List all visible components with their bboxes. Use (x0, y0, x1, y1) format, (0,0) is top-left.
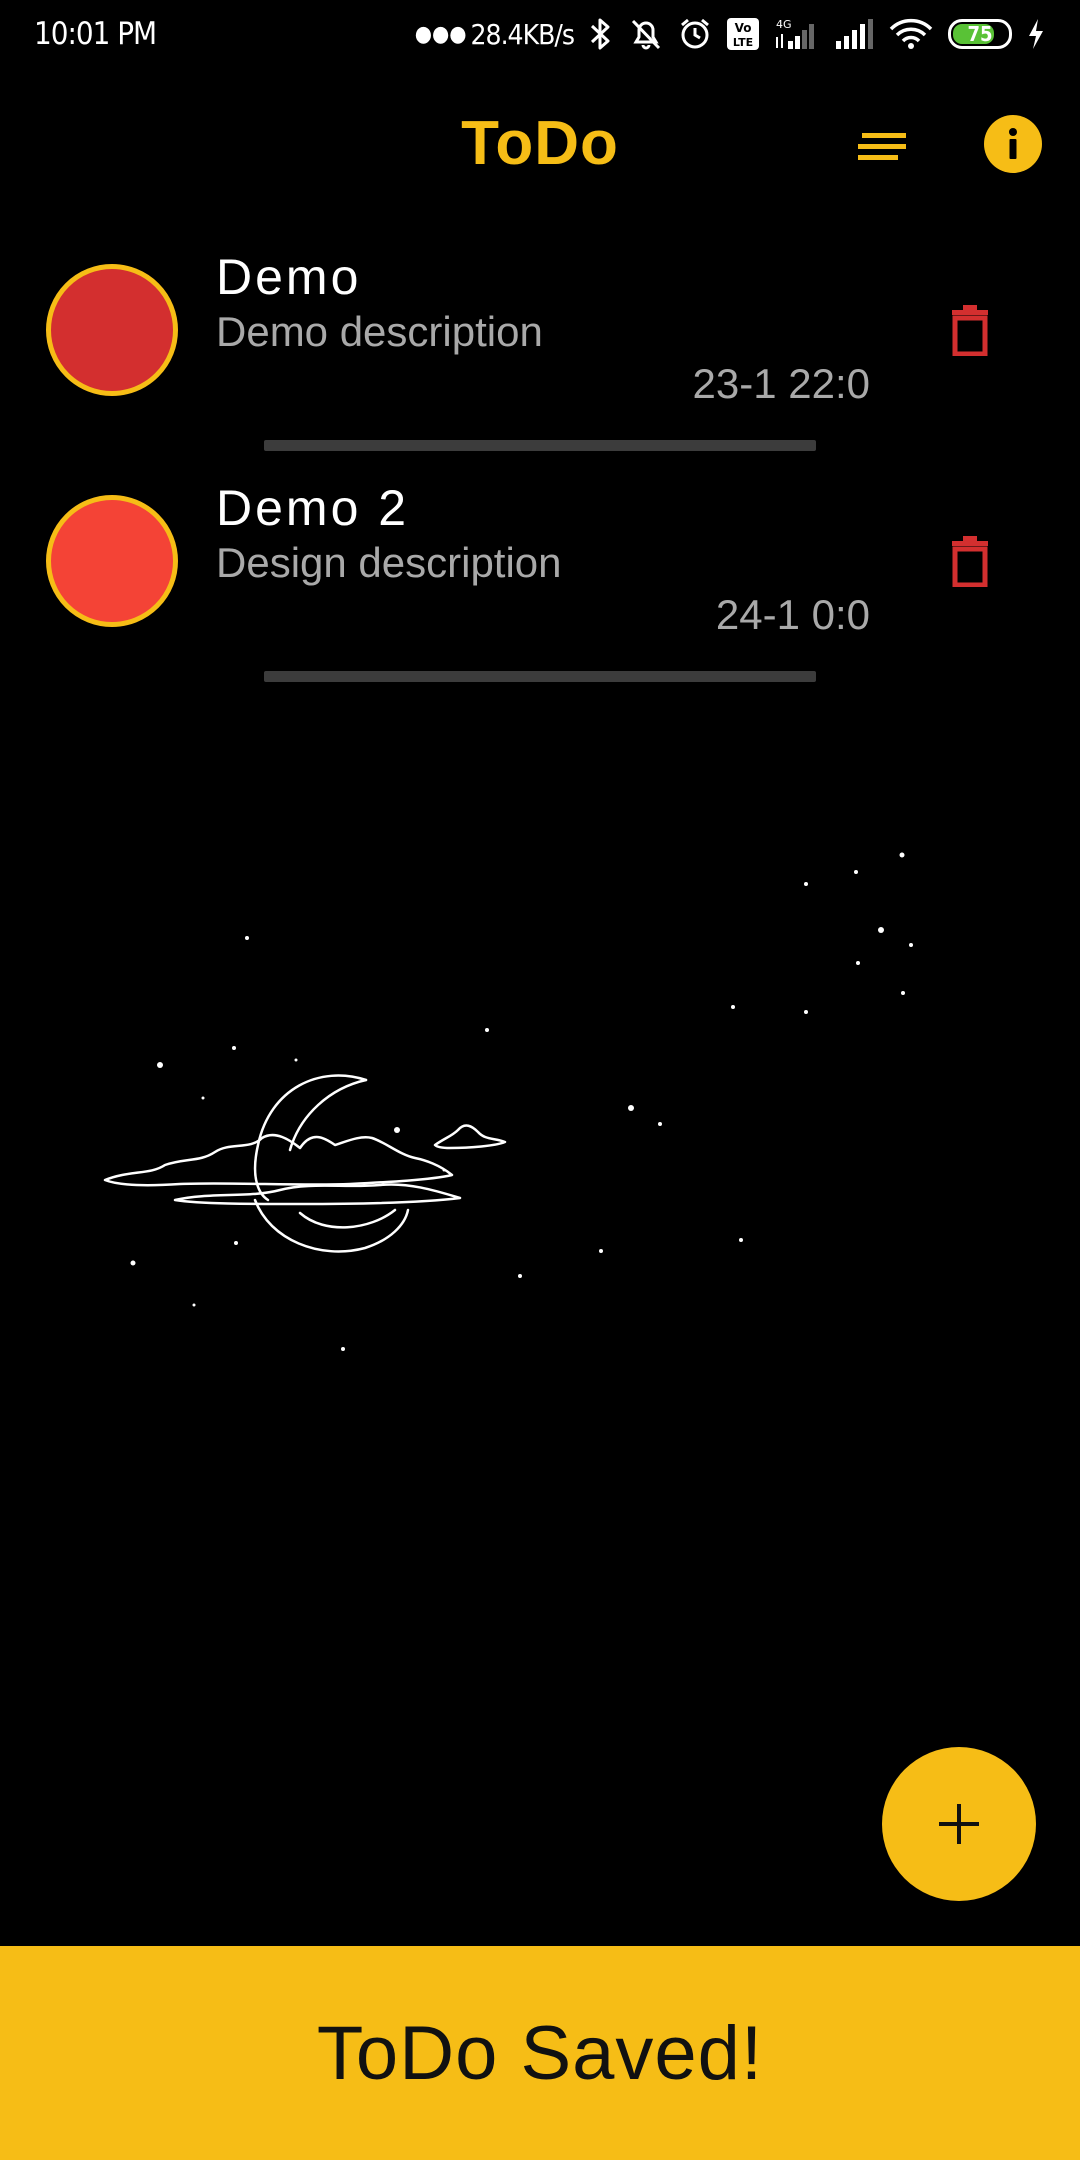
alarm-icon (678, 17, 712, 51)
trash-icon (952, 536, 988, 587)
plus-icon (939, 1804, 979, 1844)
info-icon (1009, 128, 1017, 159)
moon (253, 1074, 410, 1253)
sort-icon (858, 133, 906, 160)
signal-icon (834, 17, 874, 51)
network-speed: ●●● 28.4KB/s (414, 17, 575, 51)
battery-level: 75 (967, 22, 993, 46)
todo-date: 23-1 22:0 (692, 360, 870, 407)
todo-title: Demo 2 (216, 480, 410, 536)
todo-color-avatar (46, 495, 178, 627)
todo-item[interactable]: Demo Demo description 23-1 22:0 (0, 240, 1080, 471)
moon-clouds-illustration (103, 852, 913, 1351)
status-time: 10:01 PM (34, 16, 157, 52)
add-todo-button[interactable] (882, 1747, 1036, 1901)
todo-description: Demo description (216, 308, 543, 355)
bluetooth-icon (588, 17, 614, 51)
svg-text:Vo: Vo (735, 21, 752, 35)
todo-list: Demo Demo description 23-1 22:0 Demo 2 D… (0, 240, 1080, 702)
status-bar: 10:01 PM ●●● 28.4KB/s Vo LTE 4G 75 (0, 0, 1080, 68)
network-speed-value: 28.4KB/s (470, 17, 575, 51)
status-icons: ●●● 28.4KB/s Vo LTE 4G 75 (415, 17, 1046, 51)
todo-color-avatar (46, 264, 178, 396)
volte-icon: Vo LTE (726, 17, 760, 51)
divider (264, 671, 816, 682)
signal-4g-icon: 4G (774, 17, 820, 51)
more-dots-icon: ●●● (414, 21, 467, 47)
charging-icon (1026, 17, 1046, 51)
todo-item[interactable]: Demo 2 Design description 24-1 0:0 (0, 471, 1080, 702)
divider (264, 440, 816, 451)
info-button[interactable] (984, 115, 1042, 173)
todo-title: Demo (216, 249, 362, 305)
sort-button[interactable] (844, 116, 920, 178)
app-bar: ToDo (0, 90, 1080, 200)
snackbar: ToDo Saved! (0, 1946, 1080, 2160)
trash-icon (952, 305, 988, 356)
stars (130, 852, 913, 1351)
delete-button[interactable] (940, 300, 1000, 360)
wifi-icon (888, 17, 934, 51)
bell-off-icon (628, 17, 664, 51)
delete-button[interactable] (940, 531, 1000, 591)
clouds (103, 1124, 507, 1206)
svg-text:LTE: LTE (733, 36, 753, 49)
todo-description: Design description (216, 539, 562, 586)
svg-text:4G: 4G (776, 18, 792, 31)
battery-icon: 75 (948, 19, 1012, 49)
todo-date: 24-1 0:0 (715, 591, 870, 638)
snackbar-message: ToDo Saved! (316, 2010, 764, 2096)
